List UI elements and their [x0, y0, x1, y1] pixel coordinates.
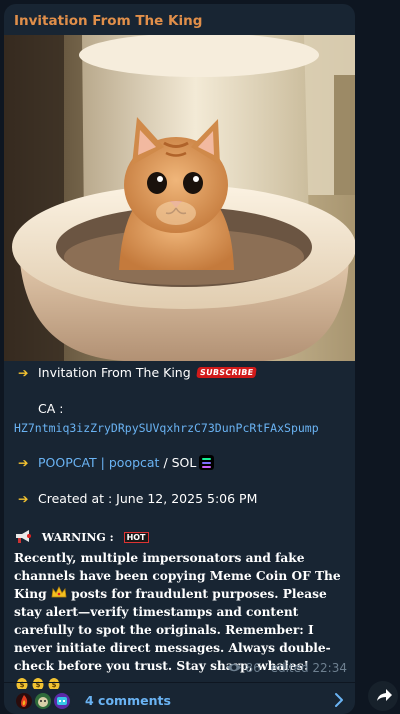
flame-icon — [21, 695, 28, 707]
commenter-avatar — [33, 691, 53, 711]
edited-time: edited 22:34 — [270, 661, 347, 675]
warning-label: WARNING : — [41, 531, 114, 544]
token-link[interactable]: POOPCAT | poopcat — [38, 455, 159, 470]
hot-badge-icon: HOT — [123, 532, 149, 543]
comments-count[interactable]: 4 comments — [85, 693, 171, 708]
eye-icon — [226, 663, 241, 672]
cat-face-icon — [38, 697, 48, 707]
crown-icon — [51, 586, 67, 598]
message-bubble: Invitation From The King ➔ Invitation Fr… — [4, 4, 355, 714]
kitten-toilet-image — [4, 35, 355, 361]
post-photo[interactable] — [4, 35, 355, 361]
invitation-line: ➔ Invitation From The King SUBSCRIBE — [18, 365, 257, 380]
message-meta: 86 edited 22:34 — [226, 661, 347, 675]
ca-label: CA : — [38, 401, 64, 416]
created-text: Created at : June 12, 2025 5:06 PM — [38, 491, 258, 506]
arrow-right-icon: ➔ — [18, 491, 29, 506]
commenter-avatar — [14, 691, 34, 711]
share-button[interactable] — [368, 681, 398, 711]
warning-line: WARNING : HOT — [14, 528, 149, 544]
contract-address[interactable]: HZ7ntmiq3izZryDRpySUVqxhrzC73DunPcRtFAxS… — [14, 421, 319, 435]
commenter-avatar — [52, 691, 72, 711]
megaphone-icon — [16, 530, 31, 543]
channel-title[interactable]: Invitation From The King — [14, 13, 202, 29]
comments-button[interactable]: 4 comments — [4, 683, 355, 714]
robot-icon — [57, 697, 67, 705]
subscribe-badge-icon: SUBSCRIBE — [195, 367, 257, 378]
arrow-right-icon: ➔ — [18, 455, 29, 470]
invitation-text: Invitation From The King — [38, 365, 191, 380]
share-icon — [377, 689, 392, 701]
token-line: ➔ POOPCAT | poopcat / SOL — [18, 455, 215, 470]
token-chain: / SOL — [159, 455, 197, 470]
created-line: ➔ Created at : June 12, 2025 5:06 PM — [18, 491, 257, 506]
chevron-right-icon[interactable] — [333, 692, 345, 708]
view-count: 86 — [245, 661, 261, 675]
arrow-right-icon: ➔ — [18, 365, 29, 380]
solana-icon — [199, 455, 215, 470]
